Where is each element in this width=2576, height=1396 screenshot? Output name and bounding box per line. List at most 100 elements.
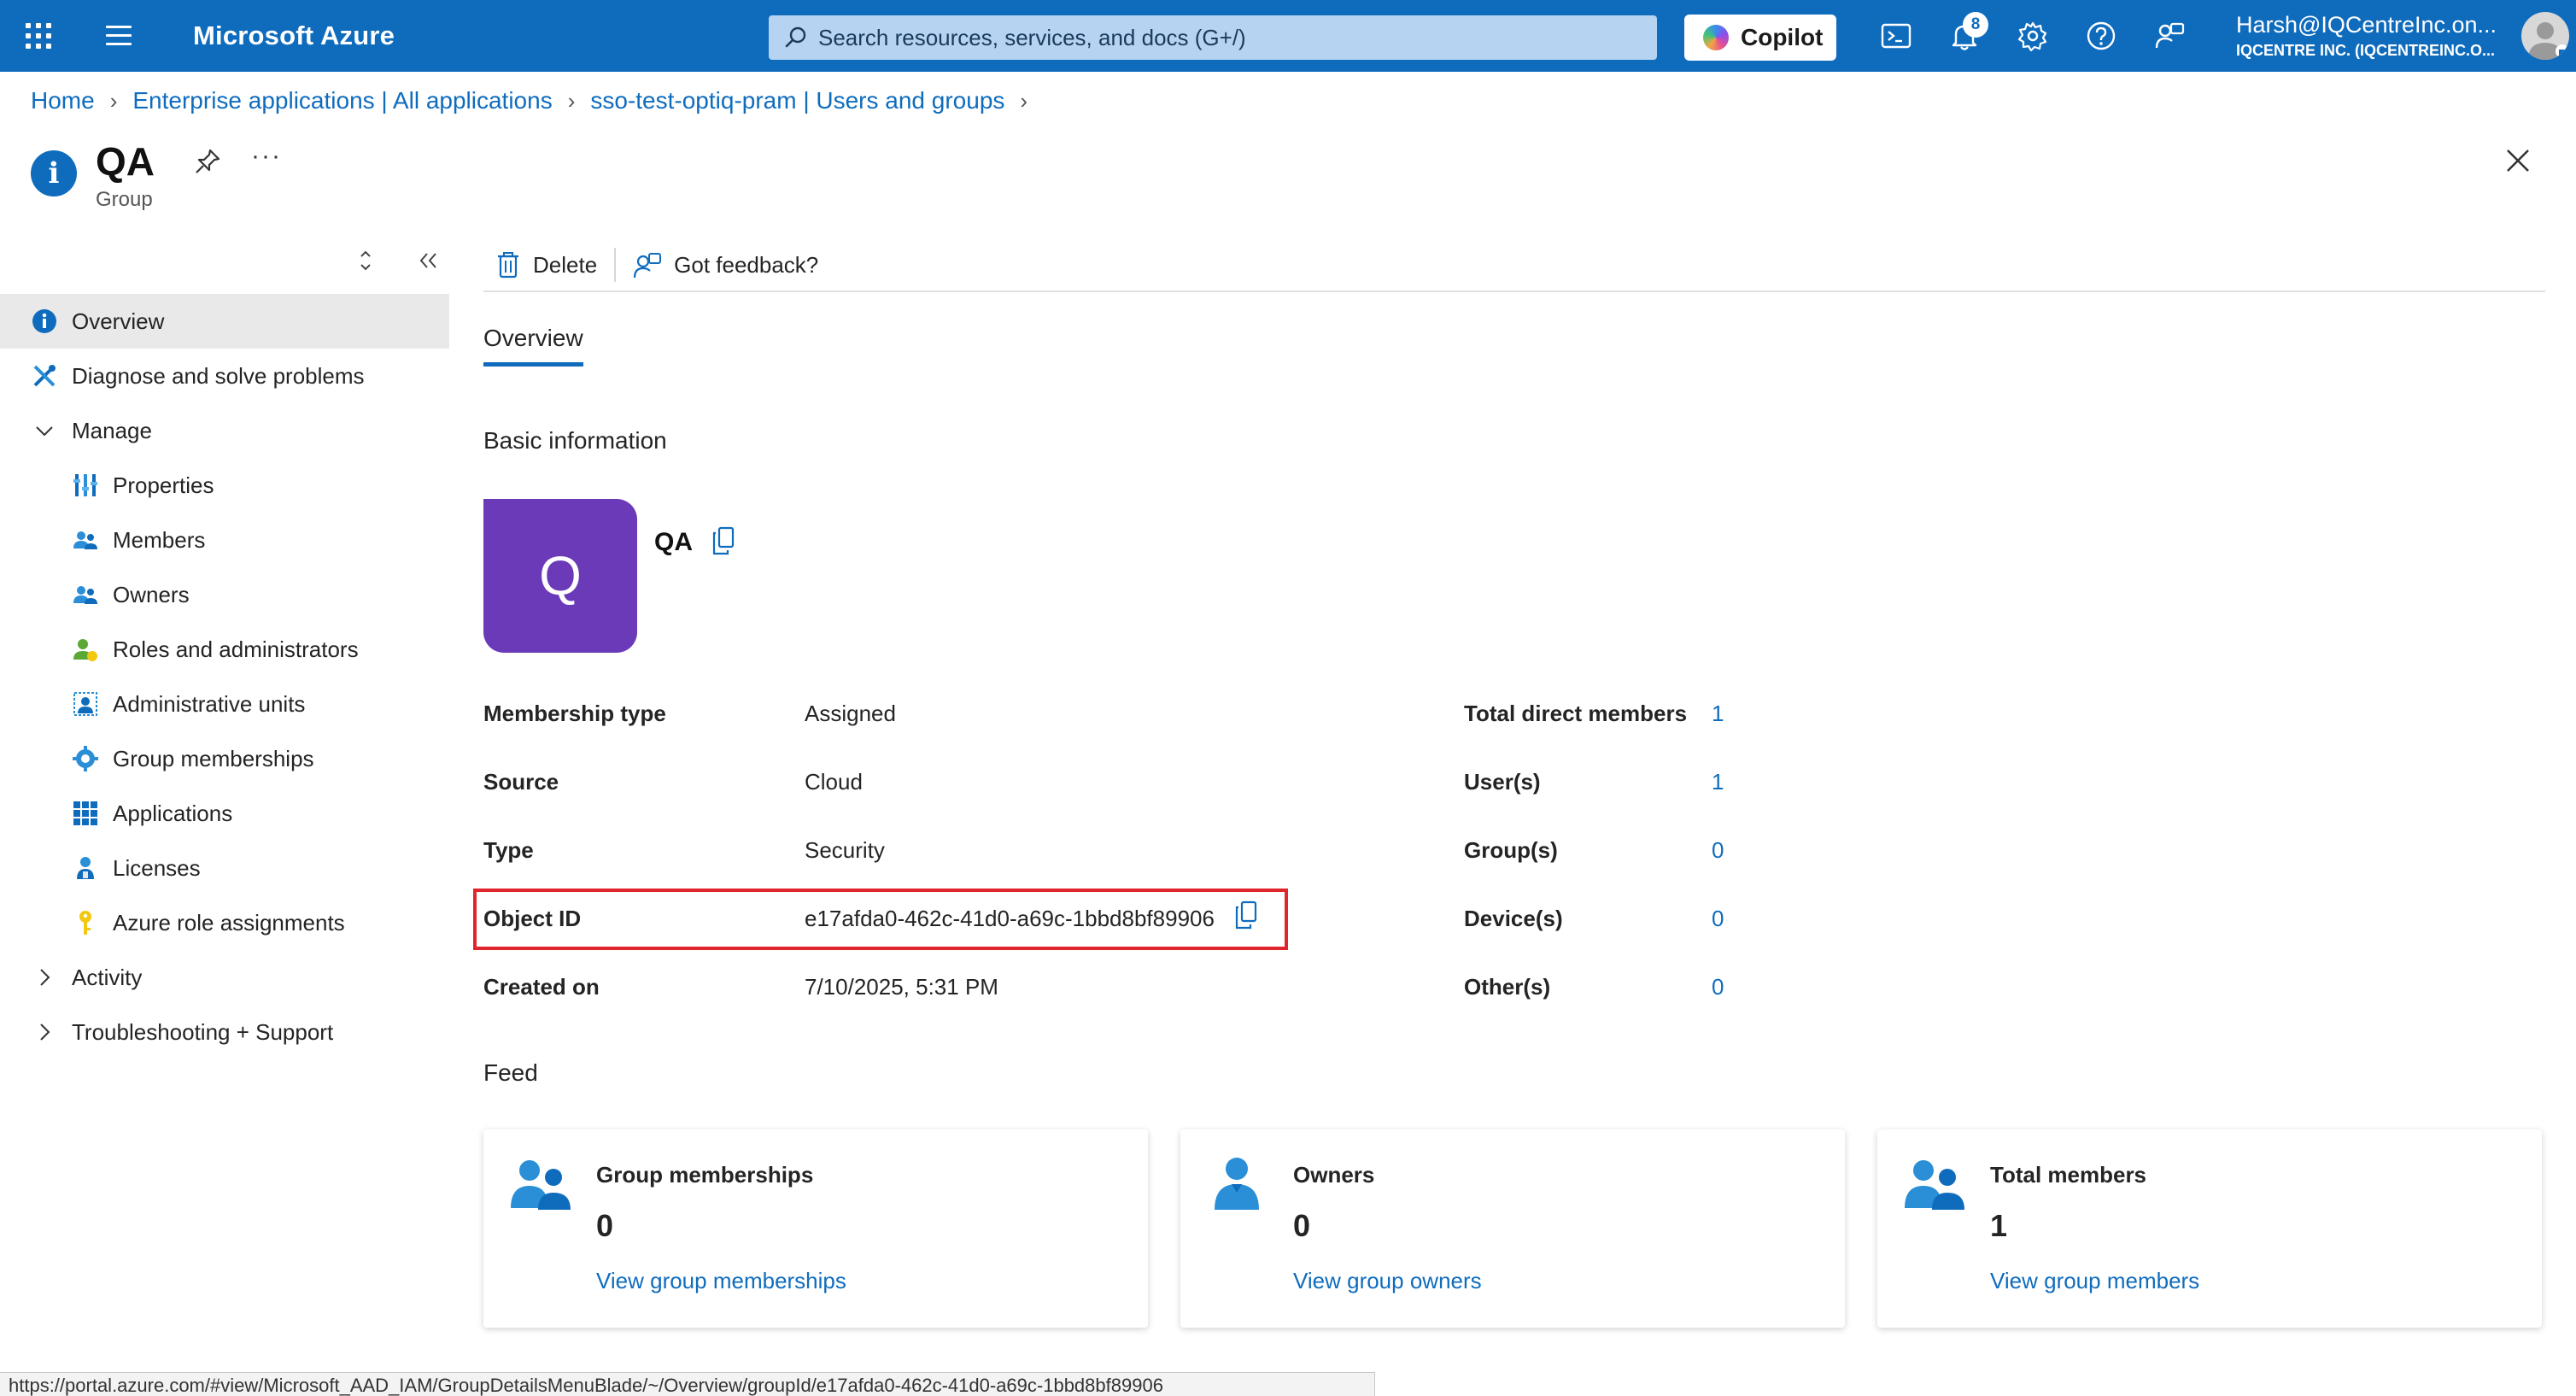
group-icon	[511, 1160, 571, 1210]
tab-overview[interactable]: Overview	[483, 325, 583, 367]
account-info[interactable]: Harsh@IQCentreInc.on... IQCENTRE INC. (I…	[2236, 12, 2518, 60]
nav-owners[interactable]: Owners	[0, 567, 449, 622]
properties-icon	[73, 474, 97, 496]
prop-value-created-on: 7/10/2025, 5:31 PM	[805, 974, 998, 1000]
stat-value-users[interactable]: 1	[1712, 769, 1724, 795]
group-avatar: Q	[483, 499, 637, 653]
app-launcher-icon[interactable]	[26, 23, 51, 49]
view-group-memberships-link[interactable]: View group memberships	[596, 1268, 846, 1294]
prop-label-created-on: Created on	[483, 974, 600, 1000]
nav-label: Applications	[113, 800, 233, 826]
nav-diagnose[interactable]: Diagnose and solve problems	[0, 349, 449, 403]
nav-applications[interactable]: Applications	[0, 786, 449, 841]
breadcrumb-enterprise-apps[interactable]: Enterprise applications | All applicatio…	[132, 87, 552, 114]
feedback-button[interactable]: Got feedback?	[616, 244, 835, 285]
applications-icon	[73, 801, 97, 825]
chevron-right-icon	[40, 969, 50, 986]
owner-icon	[1215, 1158, 1259, 1210]
key-icon	[79, 911, 91, 935]
chevron-right-icon: ›	[567, 87, 576, 114]
admin-units-icon	[73, 692, 97, 716]
feed-card-owners: Owners 0 View group owners	[1180, 1129, 1845, 1328]
info-icon: i	[31, 150, 77, 196]
prop-value-source: Cloud	[805, 769, 863, 795]
stat-value-others[interactable]: 0	[1712, 974, 1724, 1000]
nav-tools	[360, 250, 436, 271]
global-search[interactable]	[769, 15, 1657, 60]
more-options-icon[interactable]: ···	[251, 142, 282, 171]
breadcrumb-home[interactable]: Home	[31, 87, 95, 114]
chevron-down-icon	[36, 426, 53, 437]
prop-label-source: Source	[483, 769, 559, 795]
nav-label: Diagnose and solve problems	[72, 362, 365, 389]
help-icon[interactable]	[2084, 19, 2118, 53]
view-group-members-link[interactable]: View group members	[1990, 1268, 2199, 1294]
pin-icon[interactable]	[193, 147, 222, 176]
account-tenant: IQCENTRE INC. (IQCENTREINC.O...	[2236, 42, 2496, 59]
avatar[interactable]	[2521, 12, 2569, 60]
info-icon	[32, 309, 56, 333]
nav-label: Manage	[72, 417, 152, 443]
prop-value-membership-type: Assigned	[805, 701, 896, 726]
nav-label: Licenses	[113, 854, 201, 881]
delete-label: Delete	[533, 251, 598, 278]
collapse-nav-icon[interactable]	[419, 253, 436, 268]
feedback-label: Got feedback?	[674, 251, 819, 278]
card-title: Total members	[1990, 1162, 2147, 1188]
card-title: Owners	[1293, 1162, 1375, 1188]
delete-button[interactable]: Delete	[483, 244, 614, 285]
stat-label-devices: Device(s)	[1464, 906, 1563, 931]
top-bar: Microsoft Azure Copilot 8 Harsh@IQCent	[0, 0, 2576, 72]
roles-icon	[73, 639, 97, 661]
view-group-owners-link[interactable]: View group owners	[1293, 1268, 1482, 1294]
command-bar: Delete Got feedback?	[483, 239, 2545, 292]
nav-activity[interactable]: Activity	[0, 950, 449, 1005]
search-input[interactable]	[818, 15, 1638, 60]
card-value: 0	[1293, 1208, 1311, 1243]
feedback-icon	[634, 253, 662, 279]
settings-icon[interactable]	[2016, 19, 2050, 53]
close-icon[interactable]	[2503, 145, 2533, 176]
copilot-icon	[1703, 25, 1729, 50]
nav-troubleshooting[interactable]: Troubleshooting + Support	[0, 1005, 449, 1059]
nav-properties[interactable]: Properties	[0, 458, 449, 513]
expand-collapse-icon[interactable]	[360, 250, 371, 271]
wrench-icon	[33, 365, 56, 387]
trash-icon	[498, 252, 518, 279]
page-title: QA	[96, 139, 155, 184]
stat-value-devices[interactable]: 0	[1712, 906, 1724, 932]
members-icon	[1905, 1160, 1964, 1210]
nav-group-memberships[interactable]: Group memberships	[0, 731, 449, 786]
brand-title[interactable]: Microsoft Azure	[193, 21, 395, 51]
breadcrumb-app-users-groups[interactable]: sso-test-optiq-pram | Users and groups	[590, 87, 1004, 114]
copy-icon[interactable]	[711, 526, 736, 555]
nav-admin-units[interactable]: Administrative units	[0, 677, 449, 731]
prop-label-type: Type	[483, 837, 534, 863]
prop-value-type: Security	[805, 837, 885, 863]
cloud-shell-icon[interactable]	[1879, 19, 1913, 53]
nav-azure-role-assignments[interactable]: Azure role assignments	[0, 895, 449, 950]
stat-label-others: Other(s)	[1464, 974, 1551, 1000]
stat-label-groups: Group(s)	[1464, 837, 1558, 863]
nav-overview[interactable]: Overview	[0, 294, 449, 349]
breadcrumb: Home › Enterprise applications | All app…	[31, 87, 1043, 114]
user-avatar-icon	[2528, 22, 2569, 60]
nav-manage[interactable]: Manage	[0, 403, 449, 458]
stat-value-total-direct-members[interactable]: 1	[1712, 701, 1724, 727]
nav-members[interactable]: Members	[0, 513, 449, 567]
card-title: Group memberships	[596, 1162, 814, 1188]
nav-label: Activity	[72, 964, 143, 990]
nav-roles[interactable]: Roles and administrators	[0, 622, 449, 677]
nav-label: Azure role assignments	[113, 909, 345, 936]
nav-label: Overview	[72, 308, 165, 334]
gear-icon	[73, 746, 98, 771]
stat-value-groups[interactable]: 0	[1712, 837, 1724, 864]
portal-menu-icon[interactable]	[106, 26, 132, 46]
basic-info-heading: Basic information	[483, 427, 667, 454]
nav-licenses[interactable]: Licenses	[0, 841, 449, 895]
link-status-bar: https://portal.azure.com/#view/Microsoft…	[0, 1372, 1375, 1396]
feedback-icon[interactable]	[2152, 19, 2187, 53]
copilot-button[interactable]: Copilot	[1684, 15, 1836, 61]
account-email: Harsh@IQCentreInc.on...	[2236, 12, 2497, 38]
owners-icon	[73, 586, 97, 604]
